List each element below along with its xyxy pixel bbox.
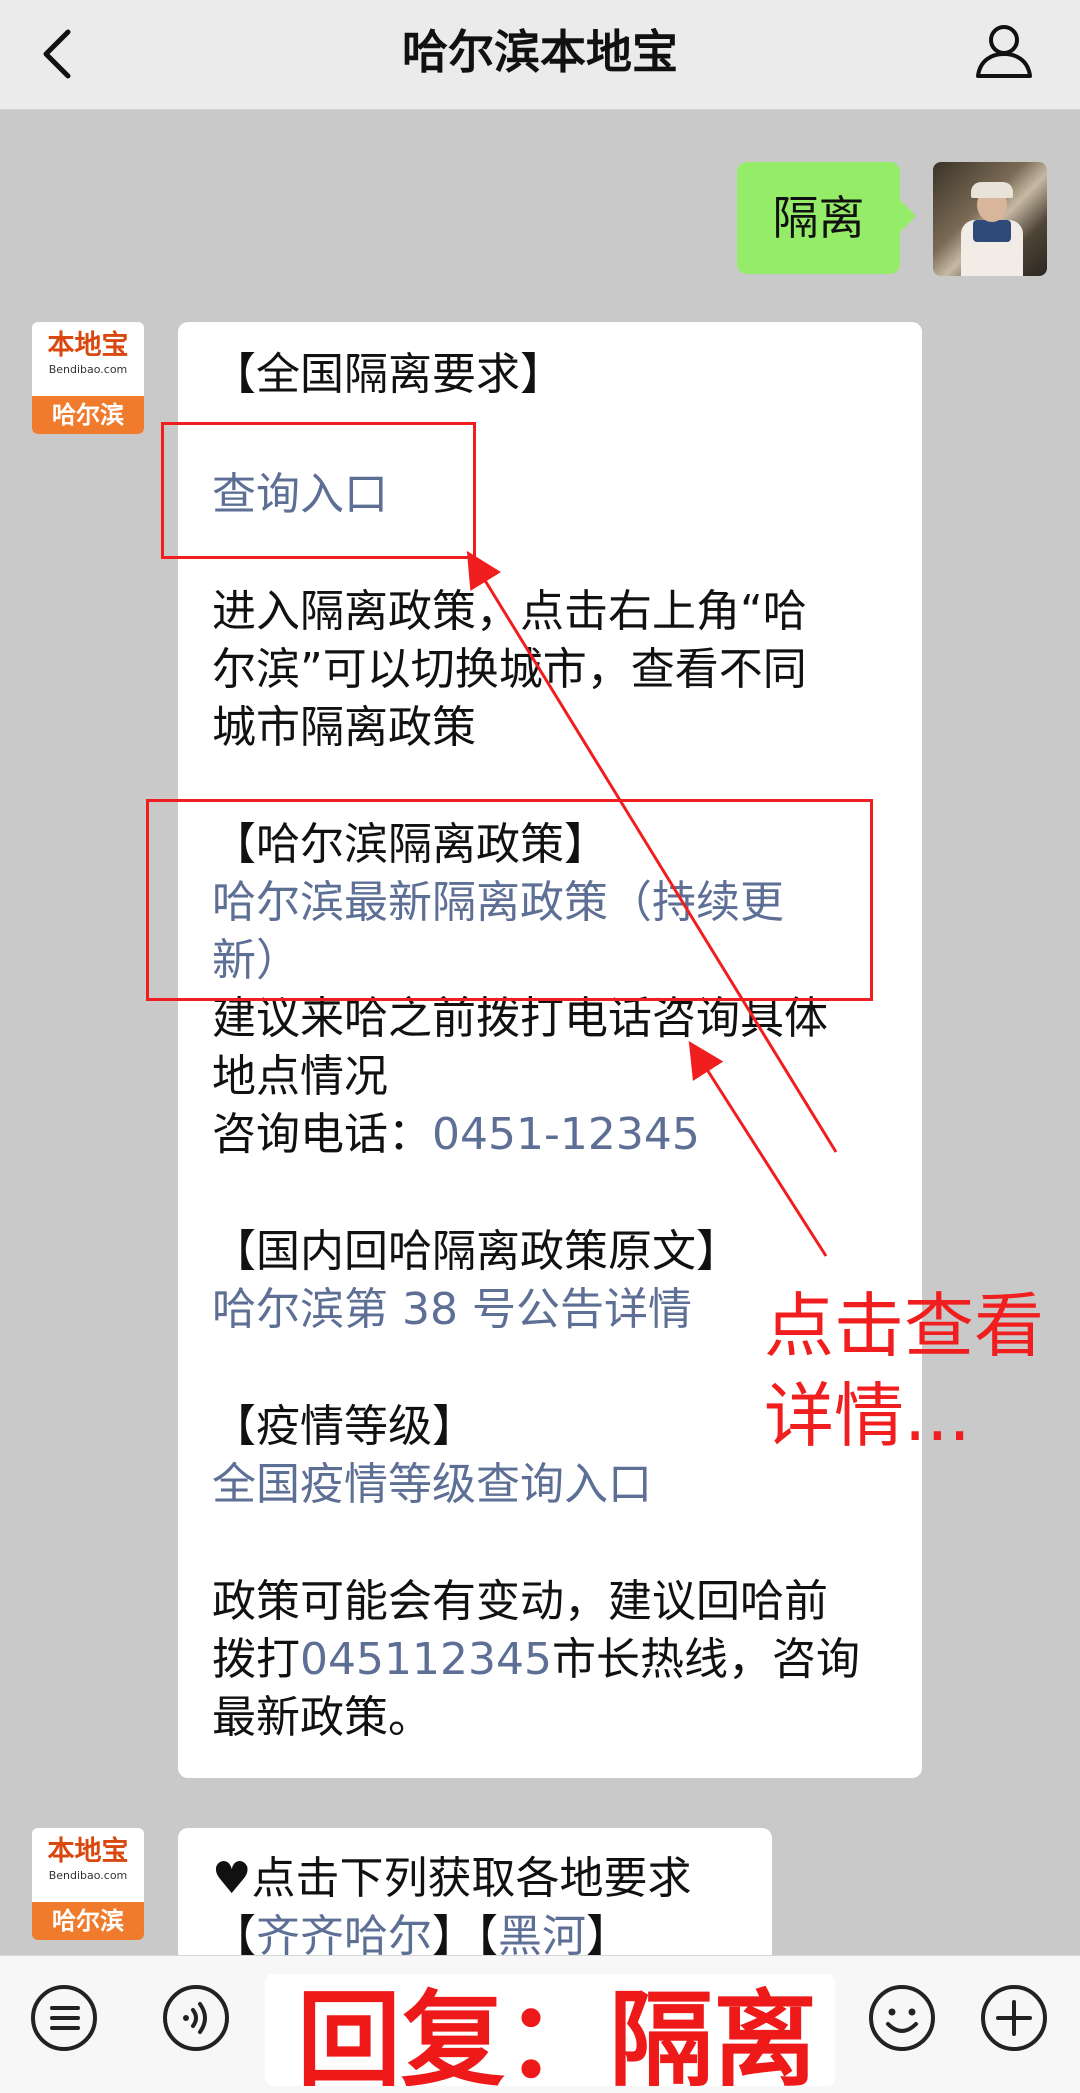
arrow-to-query [466, 550, 838, 1153]
arrow-to-policy [688, 1040, 828, 1257]
annotation-hint: 详情... [764, 1375, 971, 1457]
reply-hint-text: 回复：隔离 [297, 1979, 818, 2086]
input-bar: 回复：隔离 [0, 1955, 1080, 2093]
annotation-hint: 点击查看 [764, 1285, 1044, 1367]
plus-icon[interactable] [978, 1982, 1050, 2054]
emoji-icon[interactable] [866, 1982, 938, 2054]
voice-icon[interactable] [160, 1982, 232, 2054]
message-input[interactable]: 回复：隔离 [265, 1974, 835, 2086]
list-icon[interactable] [28, 1982, 100, 2054]
annotation-arrows [466, 550, 838, 1257]
